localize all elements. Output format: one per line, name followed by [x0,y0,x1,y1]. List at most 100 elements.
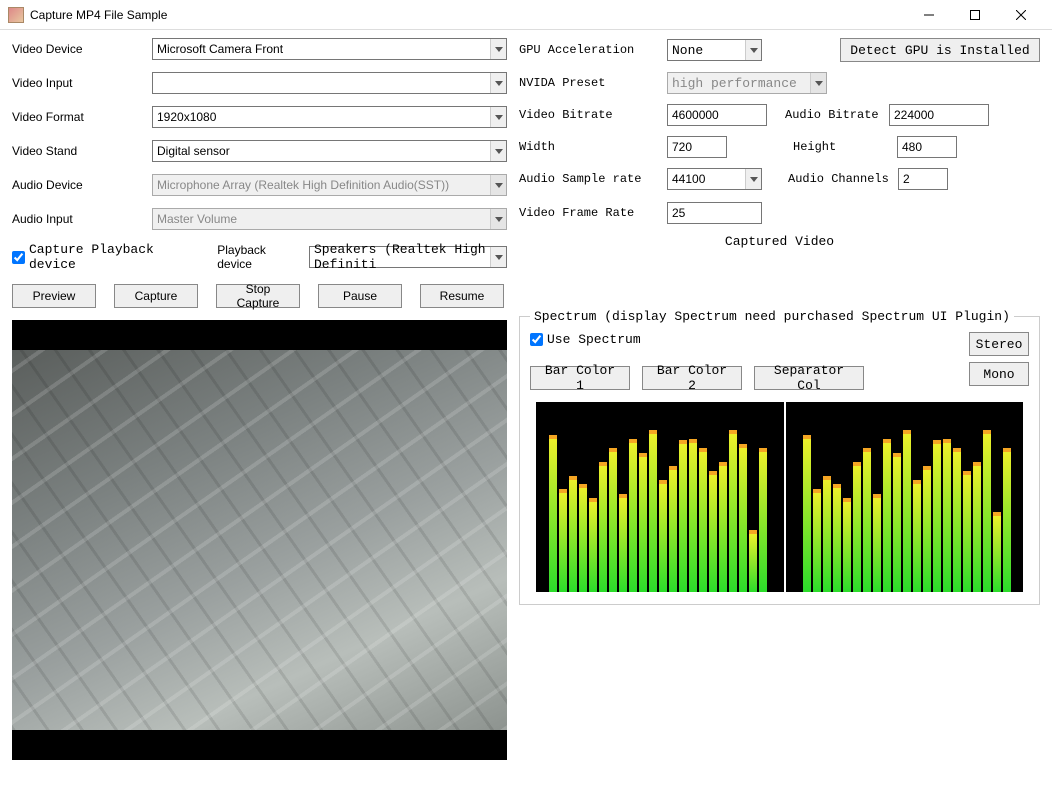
action-button-row: Preview Capture Stop Capture Pause Resum… [12,284,507,308]
video-framerate-input[interactable] [667,202,762,224]
captured-video-label: Captured Video [519,234,1040,249]
spectrum-bar [619,494,627,592]
playback-device-label: Playback device [217,243,299,271]
spectrum-bar [679,440,687,592]
chevron-down-icon [490,73,506,93]
video-device-label: Video Device [12,42,152,56]
audio-sample-value: 44100 [672,172,705,186]
close-button[interactable] [998,0,1044,30]
resume-button[interactable]: Resume [420,284,504,308]
chevron-down-icon [490,175,506,195]
video-format-label: Video Format [12,110,152,124]
detect-gpu-button[interactable]: Detect GPU is Installed [840,38,1040,62]
spectrum-bar [993,512,1001,592]
audio-device-value: Microphone Array (Realtek High Definitio… [157,178,449,192]
spectrum-bar [739,444,747,592]
audio-channels-input[interactable] [898,168,948,190]
spectrum-bar [729,430,737,592]
audio-sample-label: Audio Sample rate [519,172,659,186]
spectrum-bar [903,430,911,592]
audio-input-select[interactable]: Master Volume [152,208,507,230]
stop-capture-button[interactable]: Stop Capture [216,284,300,308]
capture-playback-check[interactable] [12,251,25,264]
spectrum-bar [823,476,831,592]
preview-button[interactable]: Preview [12,284,96,308]
video-preview [12,350,507,730]
spectrum-channel-divider [784,402,786,592]
spectrum-bar [813,489,821,592]
spectrum-bar [853,462,861,592]
video-stand-value: Digital sensor [157,144,230,158]
capture-button[interactable]: Capture [114,284,198,308]
spectrum-bar [863,448,871,592]
nvida-preset-select[interactable]: high performance [667,72,827,94]
playback-device-select[interactable]: Speakers (Realtek High Definiti [309,246,507,268]
audio-sample-select[interactable]: 44100 [667,168,762,190]
spectrum-visualization [536,402,1023,592]
spectrum-bar [569,476,577,592]
left-panel: Video Device Microsoft Camera Front Vide… [12,38,507,760]
video-input-select[interactable] [152,72,507,94]
spectrum-bar [873,494,881,592]
bar-color-1-button[interactable]: Bar Color 1 [530,366,630,390]
width-label: Width [519,140,659,154]
chevron-down-icon [745,169,761,189]
spectrum-bar [953,448,961,592]
video-stand-select[interactable]: Digital sensor [152,140,507,162]
use-spectrum-check[interactable] [530,333,543,346]
spectrum-bar [639,453,647,592]
playback-device-value: Speakers (Realtek High Definiti [314,242,488,272]
height-input[interactable] [897,136,957,158]
spectrum-bar [843,498,851,592]
video-device-value: Microsoft Camera Front [157,42,283,56]
gpu-accel-select[interactable]: None [667,39,762,61]
audio-input-value: Master Volume [157,212,237,226]
spectrum-bar [1003,448,1011,592]
spectrum-bar [659,480,667,592]
spectrum-bar [649,430,657,592]
audio-bitrate-input[interactable] [889,104,989,126]
video-stand-label: Video Stand [12,144,152,158]
video-format-select[interactable]: 1920x1080 [152,106,507,128]
spectrum-bar [933,440,941,592]
spectrum-bar [973,462,981,592]
spectrum-bar [699,448,707,592]
minimize-button[interactable] [906,0,952,30]
capture-playback-checkbox[interactable]: Capture Playback device [12,242,197,272]
spectrum-bar [833,484,841,592]
video-input-label: Video Input [12,76,152,90]
stereo-button[interactable]: Stereo [969,332,1029,356]
spectrum-bar [589,498,597,592]
app-icon [8,7,24,23]
maximize-button[interactable] [952,0,998,30]
width-input[interactable] [667,136,727,158]
pause-button[interactable]: Pause [318,284,402,308]
video-preview-area [12,320,507,760]
mono-button[interactable]: Mono [969,362,1029,386]
spectrum-bar [749,530,757,592]
audio-input-label: Audio Input [12,212,152,226]
video-device-select[interactable]: Microsoft Camera Front [152,38,507,60]
video-format-value: 1920x1080 [157,110,216,124]
spectrum-bar [669,466,677,592]
spectrum-bar [803,435,811,592]
spectrum-bar [629,439,637,592]
separator-color-button[interactable]: Separator Col [754,366,864,390]
video-bitrate-input[interactable] [667,104,767,126]
right-panel: GPU Acceleration None Detect GPU is Inst… [519,38,1040,760]
audio-device-select[interactable]: Microphone Array (Realtek High Definitio… [152,174,507,196]
spectrum-bar [599,462,607,592]
chevron-down-icon [490,209,506,229]
spectrum-bar [893,453,901,592]
use-spectrum-checkbox[interactable]: Use Spectrum [530,332,641,347]
spectrum-bar [549,435,557,592]
spectrum-bar [709,471,717,592]
chevron-down-icon [490,141,506,161]
spectrum-bar [913,480,921,592]
bar-color-2-button[interactable]: Bar Color 2 [642,366,742,390]
window-title: Capture MP4 File Sample [30,8,906,22]
spectrum-bar [689,439,697,592]
nvida-preset-value: high performance [672,76,797,91]
spectrum-bar [609,448,617,592]
gpu-accel-value: None [672,43,703,58]
